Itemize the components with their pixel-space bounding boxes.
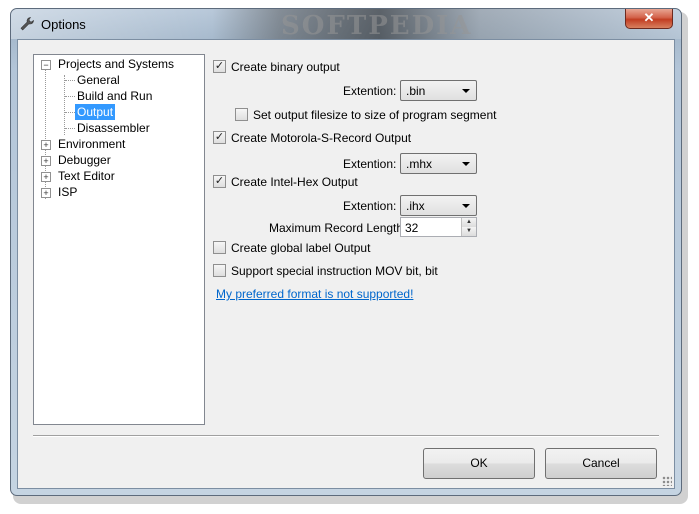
expand-icon[interactable]: + [41, 140, 51, 150]
expand-icon[interactable]: + [41, 156, 51, 166]
binary-extension-label: Extention: [343, 84, 397, 98]
intel-hex-output-checkbox[interactable]: ✓ [213, 175, 226, 188]
resize-grip-icon[interactable] [662, 476, 672, 486]
tree-item-environment[interactable]: Environment [58, 136, 125, 152]
max-record-length-spinner[interactable]: 32 ▲ ▼ [400, 217, 477, 237]
global-label-output-label: Create global label Output [231, 241, 371, 255]
max-record-length-label: Maximum Record Length: [269, 221, 407, 235]
tree-line [65, 96, 75, 97]
output-panel: ✓ Create binary output Extention: .bin S… [213, 54, 663, 424]
binary-extension-value: .bin [406, 84, 426, 98]
wrench-icon [20, 17, 34, 31]
title-bar[interactable]: Options SOFTPEDIA ✕ [11, 9, 681, 41]
tree-item-general[interactable]: General [77, 72, 120, 88]
tree-item-text-editor[interactable]: Text Editor [58, 168, 115, 184]
intel-extension-label: Extention: [343, 199, 397, 213]
close-icon: ✕ [643, 10, 655, 25]
set-filesize-label: Set output filesize to size of program s… [253, 108, 497, 122]
tree-item-build-and-run[interactable]: Build and Run [77, 88, 152, 104]
binary-output-label: Create binary output [231, 60, 340, 74]
chevron-down-icon [462, 204, 470, 208]
ok-button[interactable]: OK [423, 448, 535, 479]
motorola-output-checkbox[interactable]: ✓ [213, 131, 226, 144]
watermark: SOFTPEDIA [281, 11, 473, 41]
tree-line [65, 128, 75, 129]
motorola-output-label: Create Motorola-S-Record Output [231, 131, 412, 145]
motorola-extension-select[interactable]: .mhx [400, 153, 477, 174]
options-tree[interactable]: − Projects and Systems General Build and… [33, 54, 205, 425]
chevron-down-icon [462, 89, 470, 93]
intel-extension-value: .ihx [406, 199, 425, 213]
intel-hex-output-label: Create Intel-Hex Output [231, 175, 358, 189]
motorola-extension-value: .mhx [406, 157, 433, 171]
collapse-icon[interactable]: − [41, 60, 51, 70]
unsupported-format-link[interactable]: My preferred format is not supported! [216, 287, 413, 301]
tree-line [65, 112, 75, 113]
button-separator [33, 435, 659, 437]
window-title: Options [41, 17, 86, 32]
global-label-checkbox[interactable] [213, 241, 226, 254]
tree-item-isp[interactable]: ISP [58, 184, 77, 200]
expand-icon[interactable]: + [41, 172, 51, 182]
close-button[interactable]: ✕ [625, 9, 673, 29]
tree-line [65, 80, 75, 81]
binary-extension-select[interactable]: .bin [400, 80, 477, 101]
max-record-length-value: 32 [405, 221, 419, 235]
intel-extension-select[interactable]: .ihx [400, 195, 477, 216]
set-filesize-checkbox[interactable] [235, 108, 248, 121]
chevron-down-icon [462, 162, 470, 166]
cancel-button[interactable]: Cancel [545, 448, 657, 479]
mov-bit-label: Support special instruction MOV bit, bit [231, 264, 438, 278]
mov-bit-checkbox[interactable] [213, 264, 226, 277]
options-window: Options SOFTPEDIA ✕ − Projects and Syste… [10, 8, 682, 496]
tree-line [64, 75, 65, 135]
client-area: − Projects and Systems General Build and… [17, 39, 675, 489]
tree-item-disassembler[interactable]: Disassembler [77, 120, 150, 136]
spin-down-icon[interactable]: ▼ [461, 227, 476, 236]
motorola-extension-label: Extention: [343, 157, 397, 171]
tree-item-projects-and-systems[interactable]: Projects and Systems [58, 56, 174, 72]
binary-output-checkbox[interactable]: ✓ [213, 60, 226, 73]
tree-item-output[interactable]: Output [75, 104, 116, 120]
tree-item-debugger[interactable]: Debugger [58, 152, 111, 168]
spin-up-icon[interactable]: ▲ [461, 218, 476, 227]
expand-icon[interactable]: + [41, 188, 51, 198]
